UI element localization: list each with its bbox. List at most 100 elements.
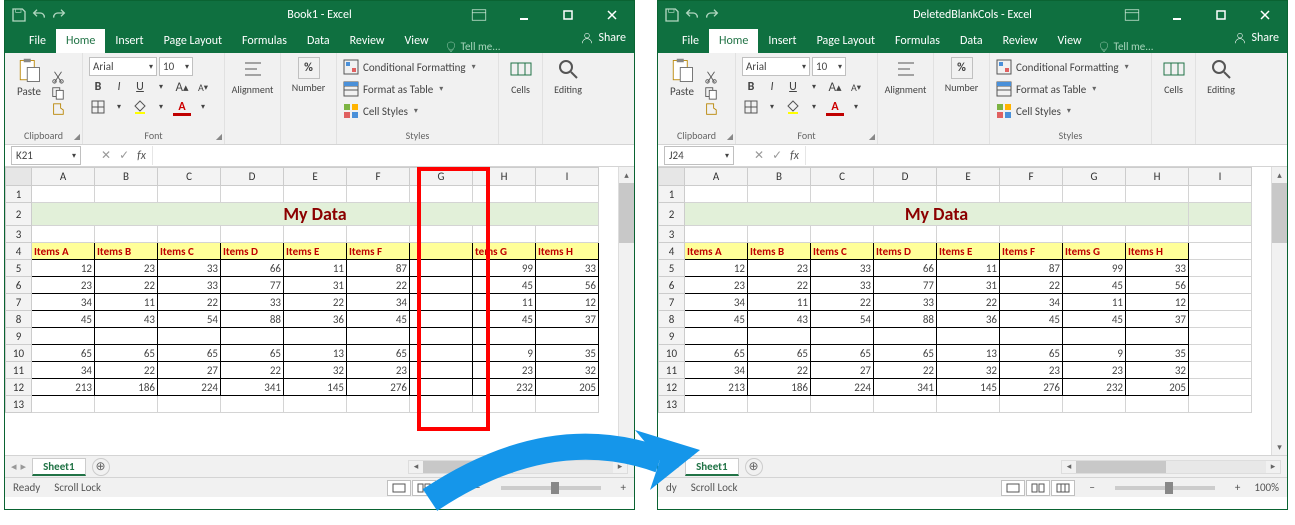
cell[interactable]: 22	[937, 294, 1000, 311]
tab-nav-first-icon[interactable]: ◂	[664, 460, 670, 473]
tab-file[interactable]: File	[19, 29, 56, 53]
tab-insert[interactable]: Insert	[758, 29, 806, 53]
cell[interactable]	[95, 328, 158, 345]
cell[interactable]: 276	[1000, 379, 1063, 396]
redo-icon[interactable]	[51, 7, 67, 23]
cell[interactable]	[158, 328, 221, 345]
tab-home[interactable]: Home	[709, 29, 758, 53]
cell[interactable]: 12	[1126, 294, 1189, 311]
close-button[interactable]	[590, 1, 634, 29]
cell[interactable]	[221, 396, 284, 413]
paste-button[interactable]: Paste	[664, 57, 700, 129]
cell[interactable]: 99	[473, 260, 536, 277]
cell[interactable]	[158, 396, 221, 413]
bold-button[interactable]: B	[89, 78, 107, 96]
font-color-icon[interactable]: A	[173, 98, 191, 116]
cell[interactable]	[1063, 186, 1126, 203]
fx-icon[interactable]: fx	[790, 149, 799, 163]
header-cell[interactable]: Items F	[347, 243, 410, 260]
cell[interactable]: 341	[874, 379, 937, 396]
increase-font-icon[interactable]: A▴	[826, 78, 844, 96]
formula-bar[interactable]	[805, 146, 1287, 165]
cell[interactable]	[685, 396, 748, 413]
cell[interactable]: 213	[32, 379, 95, 396]
cell[interactable]	[536, 226, 599, 243]
italic-button[interactable]: I	[763, 78, 781, 96]
cell[interactable]: 66	[874, 260, 937, 277]
cell[interactable]: 276	[347, 379, 410, 396]
formula-bar[interactable]	[152, 146, 634, 165]
header-cell[interactable]: Items B	[95, 243, 158, 260]
cell[interactable]: 65	[221, 345, 284, 362]
cell[interactable]	[1189, 311, 1252, 328]
column-header[interactable]: I	[536, 168, 599, 186]
header-cell[interactable]: Items C	[158, 243, 221, 260]
tab-view[interactable]: View	[1048, 29, 1092, 53]
minimize-button[interactable]	[502, 1, 546, 29]
fill-color-icon[interactable]	[784, 98, 802, 116]
cell[interactable]: 213	[685, 379, 748, 396]
cell[interactable]: 34	[685, 362, 748, 379]
title-cell[interactable]: My Data	[685, 203, 1189, 226]
cell[interactable]	[536, 328, 599, 345]
cell[interactable]: 33	[811, 277, 874, 294]
copy-icon[interactable]	[51, 86, 65, 100]
cell[interactable]: 33	[536, 260, 599, 277]
vertical-scrollbar[interactable]: ▴ ▾	[1271, 167, 1287, 455]
bold-button[interactable]: B	[742, 78, 760, 96]
cell[interactable]: 65	[811, 345, 874, 362]
row-header[interactable]: 4	[659, 243, 685, 260]
cell[interactable]	[536, 396, 599, 413]
cell[interactable]	[284, 328, 347, 345]
ribbon-display-options-icon[interactable]	[1123, 6, 1141, 24]
header-cell[interactable]: Items B	[748, 243, 811, 260]
save-icon[interactable]	[11, 7, 27, 23]
cell[interactable]	[1000, 328, 1063, 345]
cell[interactable]	[347, 396, 410, 413]
cell[interactable]	[410, 277, 473, 294]
cell[interactable]: 87	[347, 260, 410, 277]
increase-font-icon[interactable]: A▴	[173, 78, 191, 96]
cell[interactable]: 11	[1063, 294, 1126, 311]
zoom-level[interactable]: 100%	[1254, 481, 1279, 494]
cut-icon[interactable]	[704, 70, 718, 84]
header-cell[interactable]: Items A	[685, 243, 748, 260]
cell[interactable]	[1189, 243, 1252, 260]
worksheet-grid[interactable]: ABCDEFGHI12My Data34Items AItems BItems …	[658, 167, 1287, 455]
column-header[interactable]: H	[473, 168, 536, 186]
zoom-out-icon[interactable]: −	[1089, 481, 1094, 494]
cell[interactable]: 43	[748, 311, 811, 328]
cell[interactable]	[410, 260, 473, 277]
sheet-tab[interactable]: Sheet1	[32, 458, 86, 476]
conditional-formatting-button[interactable]: Conditional Formatting	[343, 57, 492, 77]
cell[interactable]	[1189, 328, 1252, 345]
view-normal-icon[interactable]	[387, 480, 411, 496]
horizontal-scrollbar[interactable]: ◂ ▸	[1061, 460, 1281, 474]
row-header[interactable]: 2	[6, 203, 32, 226]
cell[interactable]	[473, 328, 536, 345]
cell[interactable]	[685, 328, 748, 345]
header-cell[interactable]: Items C	[811, 243, 874, 260]
cell[interactable]: 36	[937, 311, 1000, 328]
cell[interactable]: 77	[874, 277, 937, 294]
cell[interactable]: 33	[874, 294, 937, 311]
font-name-selector[interactable]: Arial▾	[742, 57, 810, 76]
cell[interactable]	[748, 226, 811, 243]
cell[interactable]: 33	[158, 260, 221, 277]
zoom-slider[interactable]	[501, 486, 601, 490]
underline-button[interactable]: U	[784, 78, 802, 96]
font-dialog-launcher-icon[interactable]: ◢	[869, 132, 875, 142]
tab-review[interactable]: Review	[993, 29, 1048, 53]
tab-view[interactable]: View	[395, 29, 439, 53]
cell[interactable]: 65	[685, 345, 748, 362]
cell[interactable]	[811, 226, 874, 243]
cell[interactable]: 22	[347, 277, 410, 294]
row-header[interactable]: 12	[6, 379, 32, 396]
cell[interactable]	[410, 186, 473, 203]
row-header[interactable]: 2	[659, 203, 685, 226]
column-header[interactable]: H	[1126, 168, 1189, 186]
column-header[interactable]: E	[937, 168, 1000, 186]
minimize-button[interactable]	[1155, 1, 1199, 29]
cell[interactable]: 232	[473, 379, 536, 396]
cell[interactable]	[410, 226, 473, 243]
